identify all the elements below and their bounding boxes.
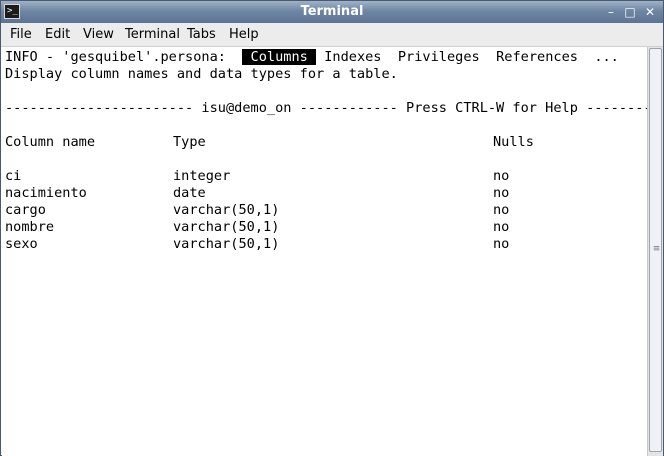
minimize-icon[interactable]: – [604,5,618,19]
option-privileges[interactable]: Privileges [398,49,480,65]
terminal-window: >_ Terminal – □ ✕ File Edit View Termina… [0,0,664,456]
title-bar[interactable]: >_ Terminal – □ ✕ [1,1,663,23]
status-help: Press CTRL-W for Help [406,100,578,116]
vertical-scrollbar[interactable]: ≡ [647,47,663,456]
menu-help[interactable]: Help [229,27,259,43]
table-row-column: nombre [5,219,55,235]
menu-file[interactable]: File [10,27,32,43]
nulls-header: Nulls [493,134,534,150]
table-row-type: integer [173,168,231,184]
menu-bar: File Edit View Terminal Tabs Help [1,23,663,47]
table-row-nulls: no [493,168,510,184]
info-line: INFO - 'gesquibel'.persona: Columns Inde… [5,49,619,66]
table-row-nulls: no [493,185,510,201]
window-title: Terminal [300,4,364,19]
table-row-column: sexo [5,236,38,252]
info-prefix: INFO - 'gesquibel'.persona: [5,49,235,65]
menu-view[interactable]: View [83,27,114,43]
table-row-nulls: no [493,219,510,235]
table-row-type: varchar(50,1) [173,236,280,252]
status-user: isu@demo_on [201,100,292,116]
type-header: Type [173,134,206,150]
table-row-type: varchar(50,1) [173,202,280,218]
menu-terminal[interactable]: Terminal [125,27,180,43]
table-row-nulls: no [493,236,510,252]
status-dashes-mid: ------------ [291,100,407,116]
table-row-column: nacimiento [5,185,87,201]
table-row-column: cargo [5,202,46,218]
menu-tabs[interactable]: Tabs [187,27,216,43]
option-columns-label: Columns [250,49,308,65]
grip-icon: ≡ [652,244,661,254]
option-indexes[interactable]: Indexes [324,49,381,65]
table-row-type: varchar(50,1) [173,219,280,235]
maximize-icon[interactable]: □ [623,5,637,19]
menu-edit[interactable]: Edit [45,27,70,43]
column-name-header: Column name [5,134,96,150]
status-line: ----------------------- isu@demo_on ----… [5,100,652,117]
status-dashes-left: ----------------------- [5,100,202,116]
description-line: Display column names and data types for … [5,66,398,82]
table-row-type: date [173,185,206,201]
scrollbar-thumb[interactable]: ≡ [649,48,662,452]
status-dashes-right: -------- [577,100,652,116]
option-references[interactable]: References [496,49,578,65]
terminal-screen[interactable]: INFO - 'gesquibel'.persona: Columns Inde… [2,47,652,456]
option-columns[interactable]: Columns [242,49,317,65]
table-row-nulls: no [493,202,510,218]
option-more[interactable]: ... [594,49,619,65]
table-row-column: ci [5,168,22,184]
close-icon[interactable]: ✕ [643,5,657,19]
